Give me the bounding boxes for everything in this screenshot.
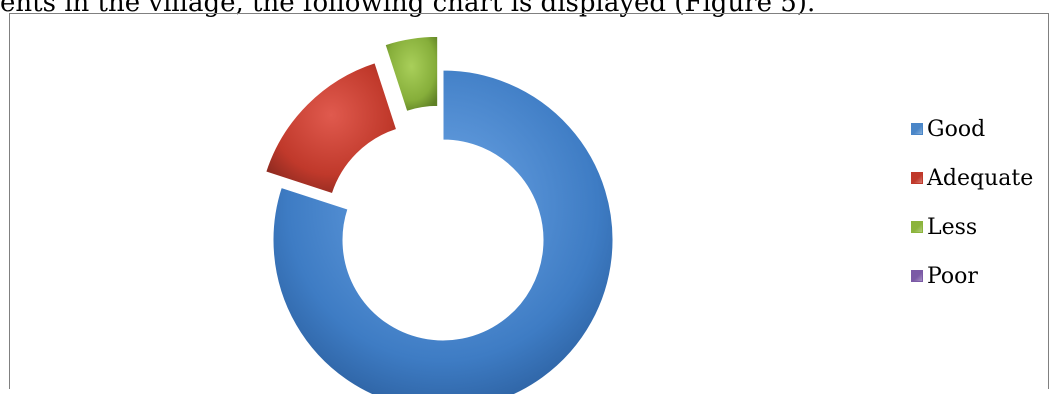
legend-label-less: Less [927, 214, 978, 240]
doughnut-chart [265, 35, 614, 394]
legend-item-poor: Poor [911, 263, 1041, 289]
legend-swatch-adequate [911, 172, 923, 184]
legend-swatch-less [911, 221, 923, 233]
legend-swatch-poor [911, 270, 923, 282]
legend-swatch-good [911, 123, 923, 135]
legend-item-less: Less [911, 214, 1041, 240]
legend-label-poor: Poor [927, 263, 978, 289]
chart-legend: Good Adequate Less Poor [911, 117, 1041, 313]
slice-adequate [265, 62, 398, 195]
slice-less [384, 35, 439, 112]
legend-label-adequate: Adequate [927, 165, 1034, 191]
legend-label-good: Good [927, 116, 986, 142]
legend-item-good: Good [911, 116, 1041, 142]
legend-item-adequate: Adequate [911, 165, 1041, 191]
